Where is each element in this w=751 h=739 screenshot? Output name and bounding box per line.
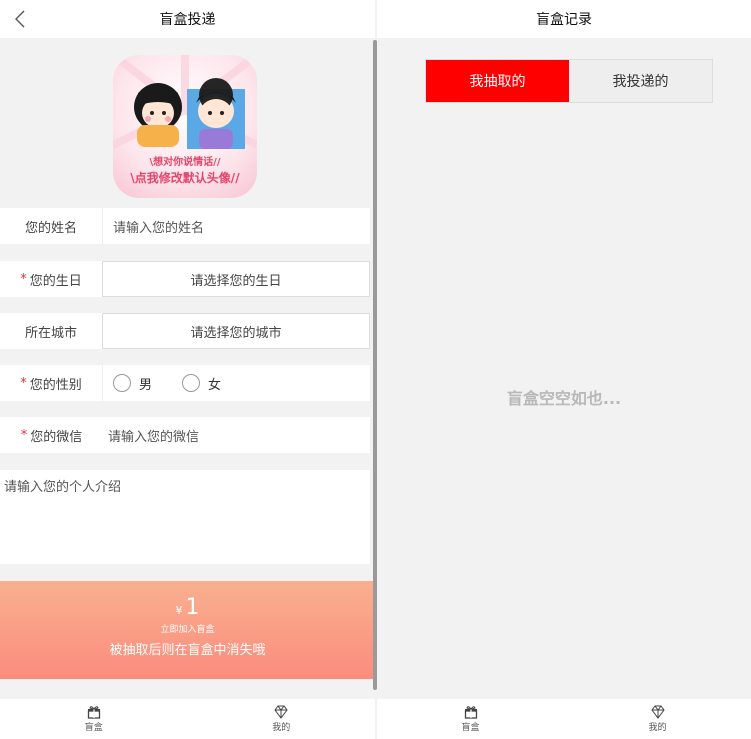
- tab-mine[interactable]: 我的: [188, 699, 376, 739]
- segment-control: 我抽取的 我投递的: [425, 59, 713, 103]
- tab-blind-box[interactable]: 盲盒: [377, 699, 564, 739]
- avatar-caption-bottom: \点我修改默认头像//: [130, 171, 240, 185]
- city-picker[interactable]: 请选择您的城市: [102, 313, 370, 349]
- price-value: 1: [185, 595, 200, 620]
- join-blind-box-button[interactable]: ¥1 立即加入盲盒 被抽取后则在盲盒中消失哦: [0, 581, 375, 679]
- wechat-input[interactable]: 请输入您的微信: [103, 426, 370, 445]
- diamond-icon: [274, 705, 288, 719]
- gender-row: * 您的性别 男 女: [0, 365, 370, 401]
- wechat-label: * 您的微信: [0, 417, 103, 453]
- diamond-icon: [650, 705, 665, 719]
- name-row: 您的姓名 请输入您的姓名: [0, 208, 370, 244]
- tab-label: 我的: [272, 723, 291, 733]
- gender-radio-male[interactable]: 男: [113, 374, 152, 393]
- tab-label: 盲盒: [461, 723, 480, 733]
- gender-label: * 您的性别: [0, 365, 103, 401]
- tab-label: 盲盒: [84, 723, 103, 733]
- currency-symbol: ¥: [175, 604, 183, 617]
- records-screen: 盲盒记录 我抽取的 我投递的 盲盒空空如也... 盲盒 我的: [377, 0, 751, 739]
- city-label: 所在城市: [0, 313, 103, 349]
- required-mark: *: [20, 271, 27, 287]
- wechat-label-text: 您的微信: [30, 429, 83, 445]
- page-title: 盲盒投递: [159, 12, 216, 28]
- radio-circle-icon: [113, 374, 131, 392]
- tab-blind-box[interactable]: 盲盒: [0, 699, 188, 739]
- tab-label: 我的: [648, 723, 667, 733]
- gender-option-label: 男: [139, 377, 153, 393]
- disappear-hint: 被抽取后则在盲盒中消失哦: [109, 643, 266, 658]
- name-input[interactable]: 请输入您的姓名: [103, 217, 370, 236]
- required-mark: *: [20, 427, 28, 443]
- nav-bar: 盲盒投递: [0, 0, 375, 38]
- intro-textarea[interactable]: 请输入您的个人介绍: [0, 470, 370, 564]
- empty-state: 盲盒空空如也...: [506, 389, 622, 408]
- gift-icon: [87, 706, 100, 719]
- price: ¥1: [0, 581, 375, 620]
- tab-mine[interactable]: 我的: [564, 699, 751, 739]
- gender-label-text: 您的性别: [29, 377, 82, 393]
- deliver-screen: 盲盒投递 \想对你说情话// \点我修改默认头像// 您的姓名 请输入您的姓名 …: [0, 0, 375, 739]
- avatar-picker[interactable]: \想对你说情话// \点我修改默认头像//: [113, 55, 257, 198]
- city-row: 所在城市 请选择您的城市: [0, 313, 370, 349]
- birthday-picker[interactable]: 请选择您的生日: [102, 261, 370, 297]
- required-mark: *: [20, 375, 27, 391]
- gender-radio-female[interactable]: 女: [182, 374, 221, 393]
- chevron-left-icon: [15, 10, 25, 28]
- birthday-label-text: 您的生日: [29, 273, 82, 289]
- gift-icon: [464, 706, 477, 719]
- tab-drawn[interactable]: 我抽取的: [426, 60, 569, 102]
- name-label: 您的姓名: [0, 208, 103, 244]
- birthday-row: * 您的生日 请选择您的生日: [0, 261, 370, 297]
- tab-bar: 盲盒 我的: [0, 699, 375, 739]
- radio-circle-icon: [182, 374, 201, 392]
- page-title: 盲盒记录: [536, 12, 592, 28]
- tab-bar: 盲盒 我的: [377, 699, 751, 739]
- birthday-label: * 您的生日: [0, 261, 103, 297]
- wechat-row: * 您的微信 请输入您的微信: [0, 417, 370, 453]
- avatar-caption-top: \想对你说情话//: [149, 157, 221, 168]
- gender-option-label: 女: [208, 377, 222, 393]
- back-button[interactable]: [6, 4, 34, 34]
- tab-delivered[interactable]: 我投递的: [569, 60, 712, 102]
- nav-bar: 盲盒记录: [377, 0, 751, 38]
- join-label: 立即加入盲盒: [160, 625, 215, 635]
